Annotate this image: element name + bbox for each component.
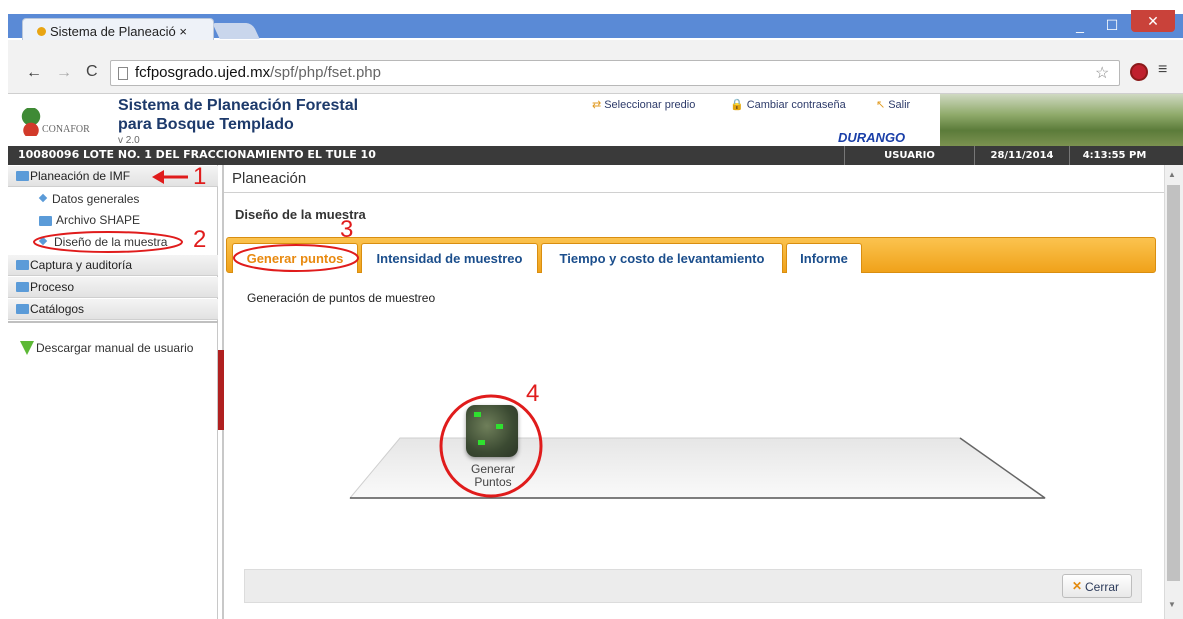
tab-informe[interactable]: Informe bbox=[786, 243, 862, 273]
browser-tab[interactable]: Sistema de Planeació × bbox=[22, 18, 214, 40]
scroll-up-arrow-icon[interactable]: ▲ bbox=[1168, 170, 1176, 179]
status-bar: 10080096 LOTE NO. 1 DEL FRACCIONAMIENTO … bbox=[8, 146, 1183, 165]
main-header: Planeación bbox=[224, 165, 1164, 193]
bookmark-star-icon[interactable]: ☆ bbox=[1095, 63, 1109, 83]
select-predio-label: Seleccionar predio bbox=[604, 99, 696, 111]
app-title-line2: para Bosque Templado bbox=[118, 116, 294, 133]
logo-plant-icon bbox=[20, 108, 42, 136]
generate-points-label[interactable]: Generar Puntos bbox=[455, 463, 531, 489]
annotation-number-2: 2 bbox=[193, 226, 207, 253]
annotation-number-1: 1 bbox=[193, 163, 207, 190]
window-close-button[interactable]: ✕ bbox=[1131, 10, 1175, 32]
current-date: 28/11/2014 bbox=[974, 146, 1069, 165]
scrollbar-thumb[interactable] bbox=[1167, 185, 1180, 581]
extension-icon[interactable] bbox=[1130, 63, 1148, 81]
sidebar-item-archivo-shape[interactable]: Archivo SHAPE bbox=[8, 211, 218, 230]
url-path: /spf/php/fset.php bbox=[270, 64, 381, 81]
forest-banner-image bbox=[940, 94, 1183, 146]
sidebar-section-proceso[interactable]: Proceso bbox=[8, 277, 218, 298]
app-version: v 2.0 bbox=[118, 135, 140, 146]
annotation-number-4: 4 bbox=[526, 380, 540, 407]
tab-favicon-icon bbox=[37, 26, 46, 36]
folder-icon bbox=[16, 171, 29, 181]
footer-bar bbox=[244, 569, 1142, 603]
tab-intensidad-muestreo[interactable]: Intensidad de muestreo bbox=[361, 243, 538, 273]
address-bar[interactable]: fcfposgrado.ujed.mx/spf/php/fset.php bbox=[110, 60, 1120, 86]
logout-link[interactable]: ↖ Salir bbox=[876, 98, 910, 111]
current-time: 4:13:55 PM bbox=[1069, 146, 1159, 165]
download-manual-link[interactable]: Descargar manual de usuario bbox=[20, 341, 193, 355]
swap-arrow-icon: ⇄ bbox=[592, 99, 602, 111]
stage-platform bbox=[348, 437, 1047, 499]
sidebar-section-label: Proceso bbox=[30, 280, 75, 294]
user-name: USUARIO bbox=[844, 146, 974, 165]
menu-icon[interactable]: ≡ bbox=[1158, 61, 1167, 79]
sidebar-item-label: Diseño de la muestra bbox=[54, 235, 168, 249]
point-marker bbox=[478, 440, 485, 445]
predio-name: 10080096 LOTE NO. 1 DEL FRACCIONAMIENTO … bbox=[18, 148, 376, 161]
logout-label: Salir bbox=[888, 99, 911, 111]
tab-generar-puntos[interactable]: Generar puntos bbox=[232, 243, 358, 273]
download-arrow-icon bbox=[20, 341, 34, 355]
region-label: DURANGO bbox=[838, 130, 906, 145]
forward-arrow-icon[interactable]: → bbox=[56, 64, 72, 82]
change-password-link[interactable]: 🔒 Cambiar contraseña bbox=[730, 98, 846, 111]
sidebar-section-label: Catálogos bbox=[30, 302, 85, 316]
close-button-label: Cerrar bbox=[1085, 580, 1120, 594]
sidebar-section-label: Planeación de IMF bbox=[30, 169, 131, 183]
close-button[interactable]: ✕ Cerrar bbox=[1062, 574, 1132, 598]
sidebar-item-datos-generales[interactable]: Datos generales bbox=[8, 190, 218, 209]
sidebar-section-planeacion[interactable]: Planeación de IMF bbox=[8, 166, 218, 187]
tab-title: Sistema de Planeació × bbox=[50, 23, 187, 39]
app-title-line1: Sistema de Planeación Forestal bbox=[118, 97, 359, 114]
close-x-icon: ✕ bbox=[1072, 579, 1083, 593]
lock-icon: 🔒 bbox=[730, 99, 744, 111]
select-predio-link[interactable]: ⇄ Seleccionar predio bbox=[592, 98, 695, 111]
page-icon bbox=[118, 67, 128, 80]
new-tab-button[interactable] bbox=[212, 23, 260, 39]
maximize-button[interactable]: ☐ bbox=[1096, 14, 1128, 36]
url-host: fcfposgrado.ujed.mx bbox=[135, 64, 271, 81]
back-arrow-icon[interactable]: ← bbox=[26, 64, 42, 82]
sidebar-item-diseno-muestra[interactable]: Diseño de la muestra bbox=[8, 233, 218, 252]
tab-tiempo-costo[interactable]: Tiempo y costo de levantamiento bbox=[541, 243, 783, 273]
folder-icon bbox=[16, 282, 29, 292]
sidebar-section-captura[interactable]: Captura y auditoría bbox=[8, 255, 218, 276]
folder-icon bbox=[16, 260, 29, 270]
folder-icon bbox=[39, 216, 52, 226]
point-marker bbox=[474, 412, 481, 417]
generate-label-line2: Puntos bbox=[474, 475, 512, 489]
conafor-logo: CONAFOR bbox=[18, 106, 112, 140]
sidebar-item-label: Archivo SHAPE bbox=[56, 213, 141, 227]
sidebar-item-label: Datos generales bbox=[52, 192, 140, 206]
download-manual-label: Descargar manual de usuario bbox=[36, 341, 194, 355]
sidebar-divider bbox=[8, 321, 218, 325]
sidebar-section-catalogos[interactable]: Catálogos bbox=[8, 299, 218, 320]
scroll-down-arrow-icon[interactable]: ▼ bbox=[1168, 600, 1176, 609]
minimize-button[interactable]: _ bbox=[1064, 14, 1096, 36]
point-marker bbox=[496, 424, 503, 429]
logo-text: CONAFOR bbox=[42, 124, 90, 135]
generate-points-icon[interactable] bbox=[466, 405, 518, 457]
reload-icon[interactable]: C bbox=[86, 63, 98, 81]
screen: Sistema de Planeació × _ ☐ ✕ ← → C fcfpo… bbox=[0, 0, 1183, 619]
exit-arrow-icon: ↖ bbox=[876, 99, 886, 111]
panel-title: Generación de puntos de muestreo bbox=[247, 291, 436, 305]
folder-icon bbox=[16, 304, 29, 314]
main-panel bbox=[224, 165, 1164, 619]
sidebar-section-label: Captura y auditoría bbox=[30, 258, 133, 272]
annotation-number-3: 3 bbox=[340, 216, 354, 243]
change-password-label: Cambiar contraseña bbox=[746, 99, 846, 111]
